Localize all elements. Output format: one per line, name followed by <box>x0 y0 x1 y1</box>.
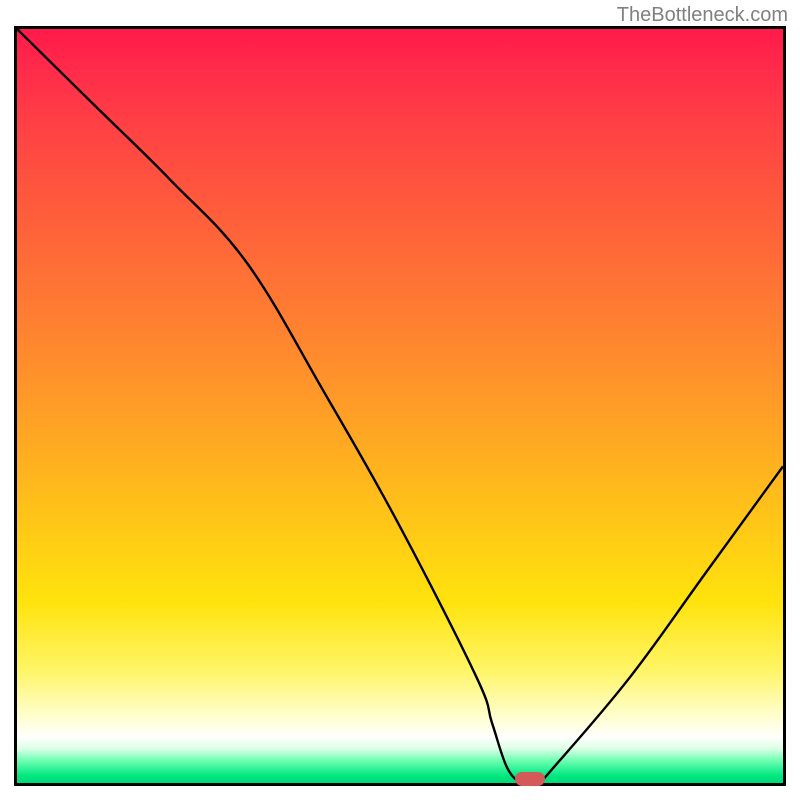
chart-container: TheBottleneck.com <box>0 0 800 800</box>
optimal-marker <box>515 772 545 786</box>
bottleneck-curve <box>17 29 783 783</box>
plot-area <box>14 26 786 786</box>
watermark-text: TheBottleneck.com <box>617 4 788 27</box>
